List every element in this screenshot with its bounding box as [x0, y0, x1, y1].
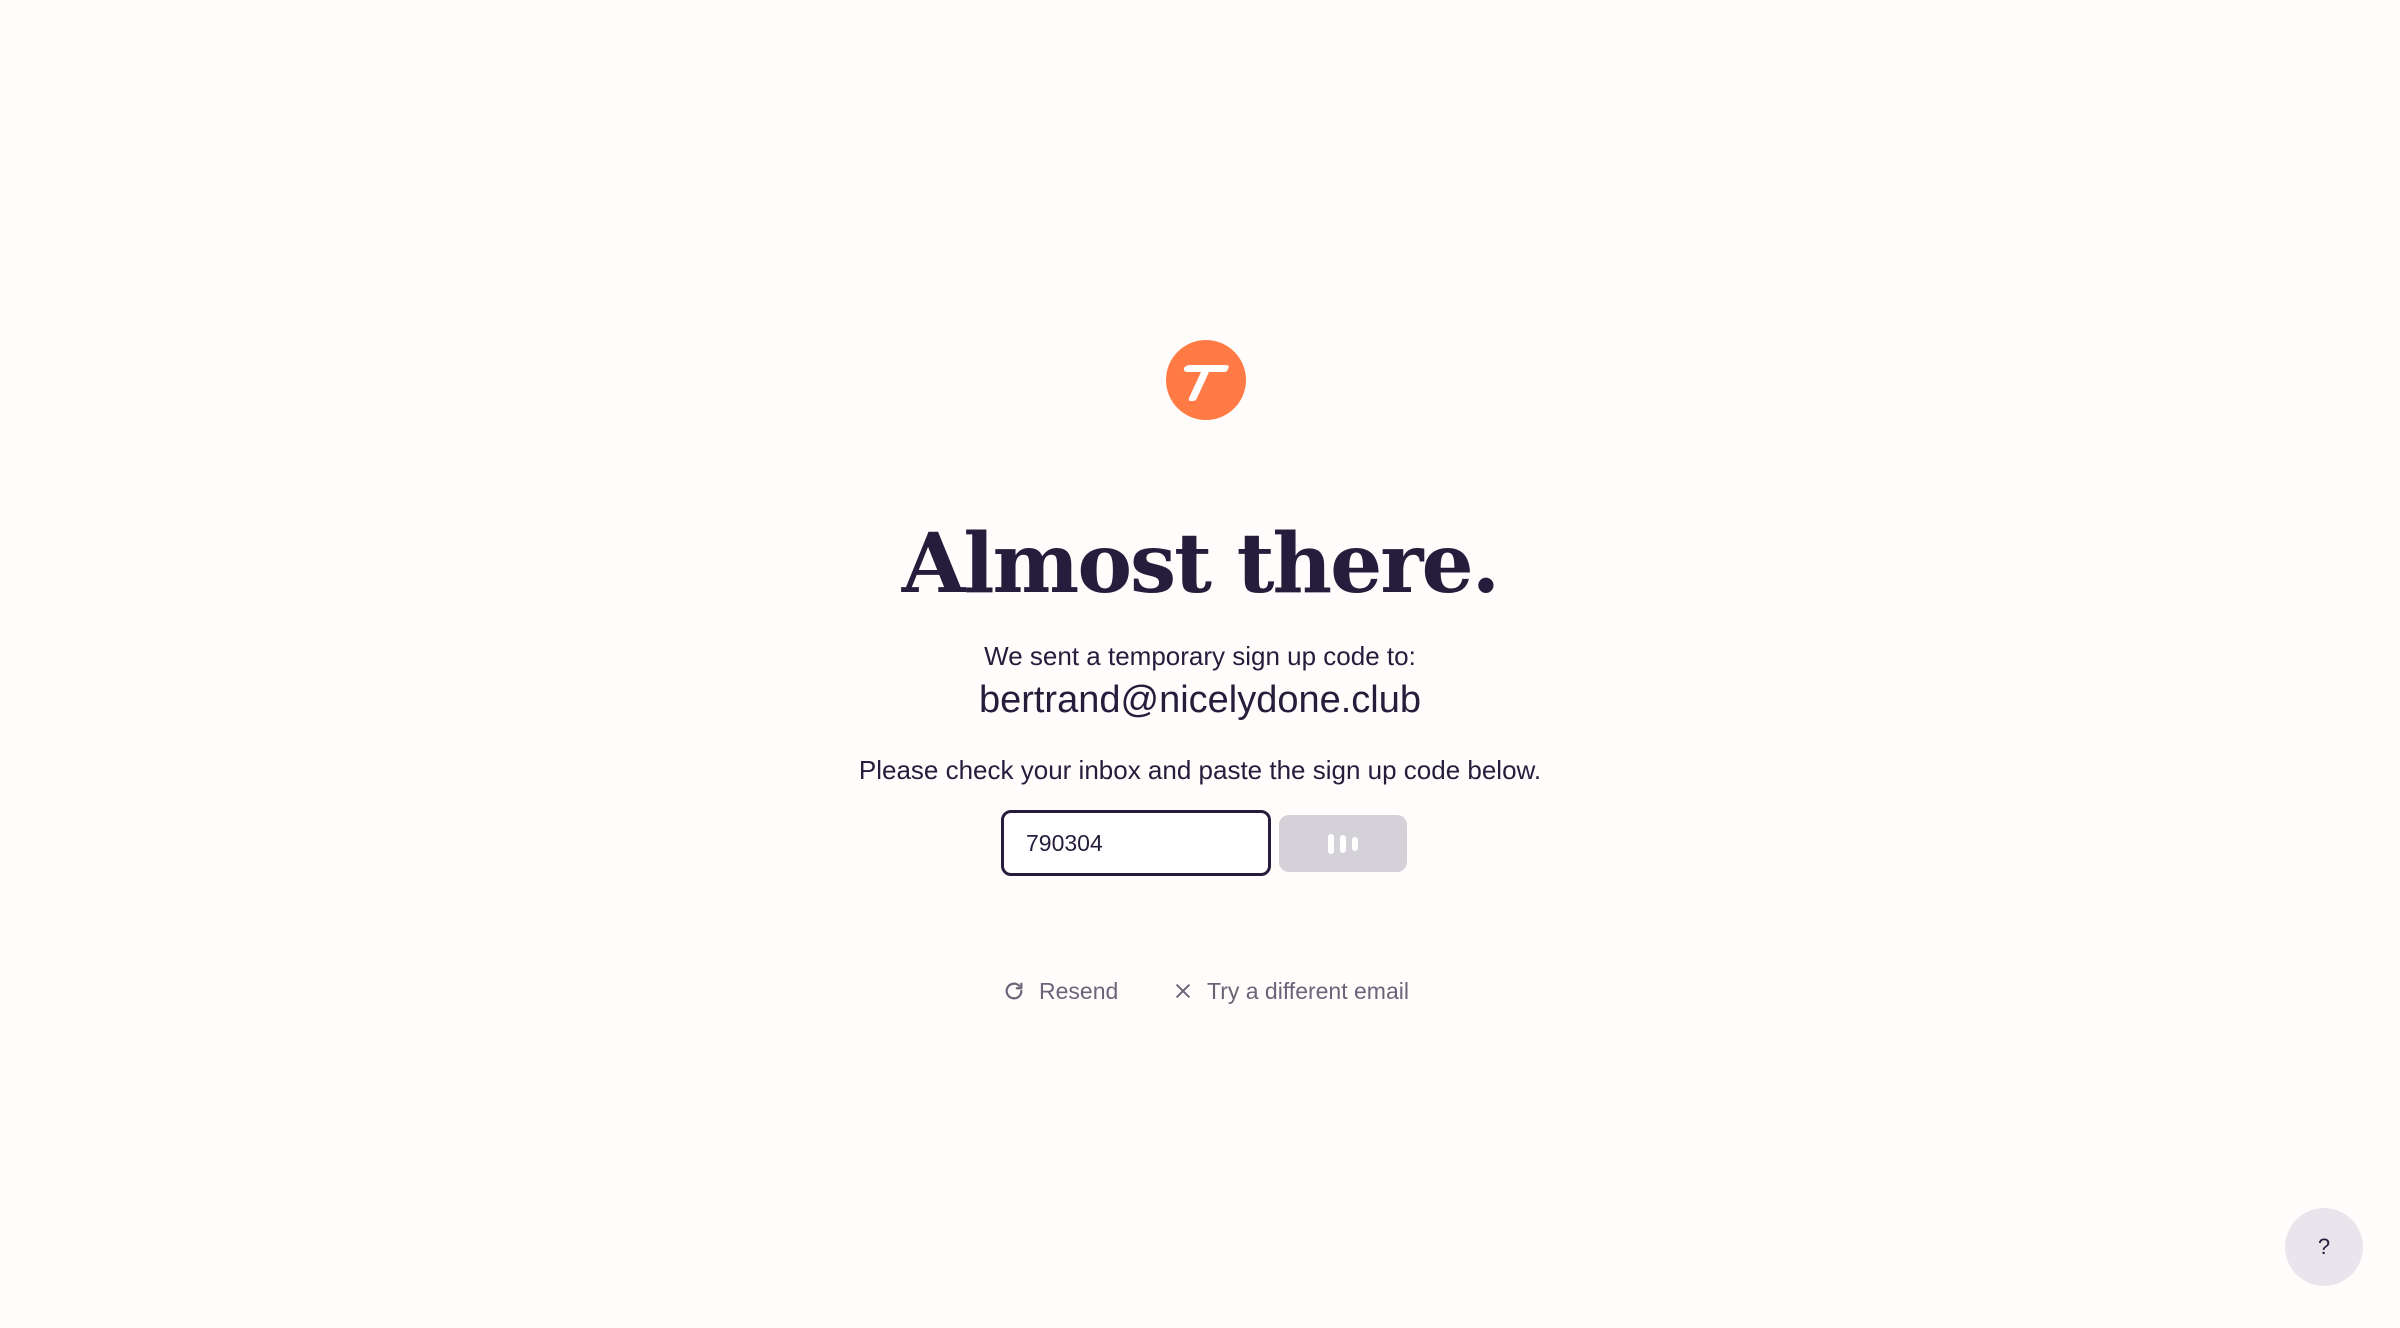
help-button[interactable]: ?	[2285, 1208, 2363, 1286]
submit-code-button[interactable]	[1279, 815, 1407, 872]
resend-button[interactable]: Resend	[1003, 974, 1118, 1008]
refresh-icon	[1005, 982, 1023, 1000]
logo-t-icon	[1166, 340, 1246, 420]
close-icon	[1176, 984, 1190, 998]
try-different-email-button[interactable]: Try a different email	[1173, 974, 1409, 1008]
signup-verification-page: Almost there. We sent a temporary sign u…	[0, 0, 2400, 1328]
recipient-email: bertrand@nicelydone.club	[978, 679, 1422, 721]
resend-label: Resend	[1039, 977, 1119, 1004]
instructions-text: Please check your inbox and paste the si…	[858, 755, 1542, 785]
loading-spinner-icon	[1328, 833, 1334, 854]
loading-spinner-icon	[1340, 834, 1346, 853]
try-different-email-label: Try a different email	[1207, 977, 1409, 1004]
sent-code-text: We sent a temporary sign up code to:	[984, 641, 1416, 671]
page-title: Almost there.	[901, 516, 1500, 612]
loading-spinner-icon	[1352, 836, 1358, 851]
signup-code-input[interactable]	[1001, 810, 1271, 876]
